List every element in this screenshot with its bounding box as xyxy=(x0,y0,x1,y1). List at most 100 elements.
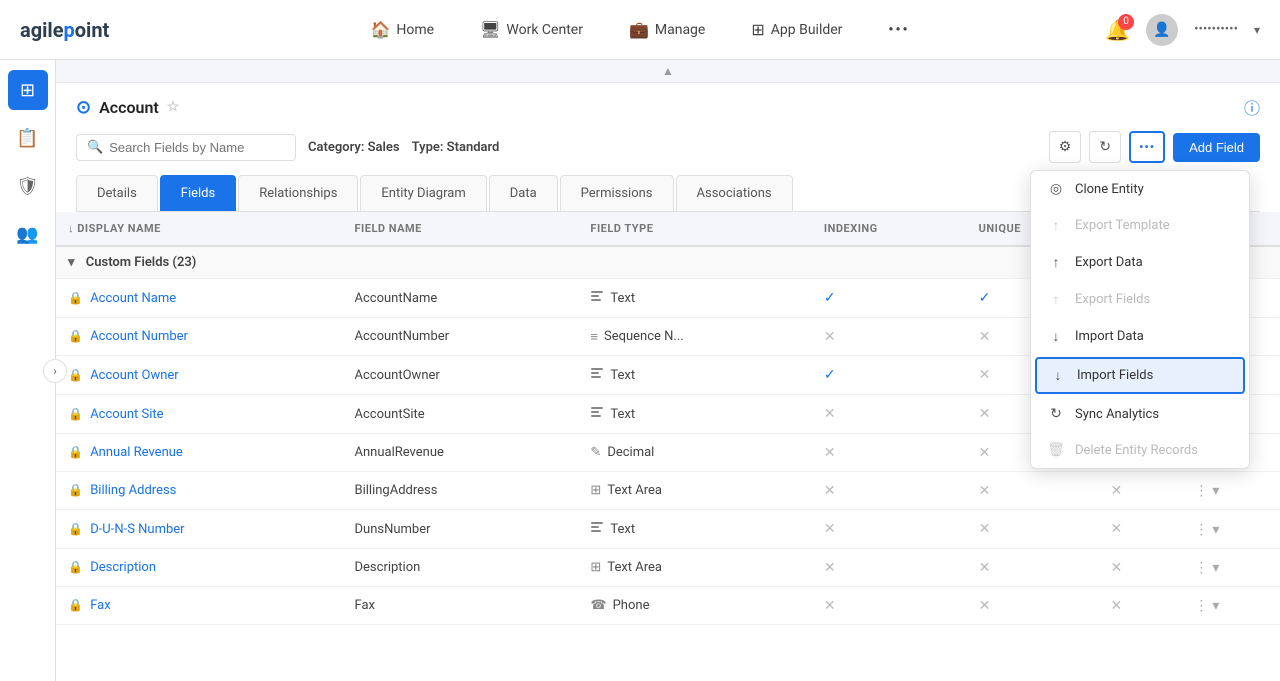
row-expand-button[interactable]: ▾ xyxy=(1212,559,1219,576)
nav-home-label: Home xyxy=(396,22,434,38)
collapse-bar[interactable]: ▲ xyxy=(56,60,1280,83)
field-display-name[interactable]: Billing Address xyxy=(90,483,176,498)
field-name-cell: BillingAddress xyxy=(343,472,579,510)
lock-icon: 🔒 xyxy=(68,522,83,536)
search-input[interactable] xyxy=(109,140,285,155)
field-name-cell: AccountOwner xyxy=(343,356,579,395)
favorite-star-icon[interactable]: ☆ xyxy=(167,99,180,115)
settings-button[interactable]: ⚙ xyxy=(1049,131,1081,163)
indexing-cell: ✓ xyxy=(812,356,967,395)
nav-more-dots: ••• xyxy=(888,22,909,38)
filter-row: 🔍 Category: Sales Type: Standard ⚙ ↻ xyxy=(76,131,1260,163)
dropdown-sync-analytics[interactable]: ↻ Sync Analytics xyxy=(1031,396,1249,432)
tab-relationships[interactable]: Relationships xyxy=(238,175,358,211)
dropdown-import-fields[interactable]: ↓ Import Fields xyxy=(1035,357,1245,394)
row-more-button[interactable]: ⋮ xyxy=(1194,597,1208,614)
sidebar-item-doc[interactable]: 📋 xyxy=(8,118,48,158)
field-display-name[interactable]: Annual Revenue xyxy=(90,445,183,460)
delete-icon: 🗑 xyxy=(1047,442,1065,458)
x-icon: ✕ xyxy=(979,560,991,576)
nav-manage[interactable]: 💼 Manage xyxy=(621,16,713,43)
field-type: Text xyxy=(610,368,635,383)
tab-data[interactable]: Data xyxy=(489,175,558,211)
tab-entity-diagram[interactable]: Entity Diagram xyxy=(360,175,486,211)
field-display-name[interactable]: Account Number xyxy=(90,329,188,344)
group-collapse-icon[interactable]: ▾ xyxy=(68,255,75,270)
field-display-name[interactable]: Account Name xyxy=(90,291,176,306)
field-display-name[interactable]: Account Site xyxy=(90,407,163,422)
indexing-cell: ✕ xyxy=(812,472,967,510)
search-box[interactable]: 🔍 xyxy=(76,134,296,161)
row-actions-cell: ⋮ ▾ xyxy=(1182,510,1280,549)
home-icon: 🏠 xyxy=(371,20,391,39)
type-icon xyxy=(590,366,604,384)
field-display-name[interactable]: D-U-N-S Number xyxy=(90,522,184,537)
add-field-button[interactable]: Add Field xyxy=(1173,133,1260,162)
dropdown-export-template: ↑ Export Template xyxy=(1031,207,1249,244)
row-more-button[interactable]: ⋮ xyxy=(1194,521,1208,538)
sort-icon[interactable]: ↓ xyxy=(68,222,74,235)
field-type-cell: ✎ Decimal xyxy=(578,434,811,472)
field-display-name[interactable]: Account Owner xyxy=(90,368,179,383)
dropdown-export-fields: ↑ Export Fields xyxy=(1031,281,1249,318)
nav-home[interactable]: 🏠 Home xyxy=(363,16,443,43)
user-name[interactable]: •••••••••• xyxy=(1194,22,1238,37)
indexing-cell: ✕ xyxy=(812,510,967,549)
table-row: 🔒 Description Description ⊞ Text Area ✕ … xyxy=(56,549,1280,587)
x-icon: ✕ xyxy=(979,329,991,345)
tab-permissions[interactable]: Permissions xyxy=(560,175,674,211)
dropdown-sync-label: Sync Analytics xyxy=(1075,407,1159,422)
tab-fields[interactable]: Fields xyxy=(160,175,236,211)
nav-more[interactable]: ••• xyxy=(880,18,917,42)
nav-workcenter[interactable]: 🖥 Work Center xyxy=(472,16,591,43)
check-icon: ✓ xyxy=(824,367,836,383)
user-chevron-icon[interactable]: ▾ xyxy=(1254,23,1260,37)
field-type-cell: Text xyxy=(578,510,811,549)
info-icon[interactable]: ⓘ xyxy=(1244,95,1260,119)
lock-icon: 🔒 xyxy=(68,368,83,382)
category-filter: Category: Sales xyxy=(308,140,400,155)
breadcrumb-row: ⊙ Account ☆ ⓘ xyxy=(76,95,1260,119)
field-display-name[interactable]: Description xyxy=(90,560,156,575)
dropdown-export-data-label: Export Data xyxy=(1075,255,1143,270)
sidebar-item-grid[interactable]: ⊞ xyxy=(8,70,48,110)
user-avatar[interactable]: 👤 xyxy=(1146,14,1178,46)
bag-icon: 💼 xyxy=(629,20,649,39)
x-icon: ✕ xyxy=(824,483,836,499)
logo: agilepoint xyxy=(20,18,109,42)
row-more-button[interactable]: ⋮ xyxy=(1194,559,1208,576)
sidebar-expand-button[interactable]: › xyxy=(43,359,67,383)
field-type: Phone xyxy=(613,598,650,613)
unique-cell: ✕ xyxy=(967,510,1099,549)
row-more-button[interactable]: ⋮ xyxy=(1194,482,1208,499)
field-name-cell: AnnualRevenue xyxy=(343,434,579,472)
tab-associations[interactable]: Associations xyxy=(676,175,793,211)
field-name-cell: Fax xyxy=(343,587,579,625)
export-template-icon: ↑ xyxy=(1047,217,1065,234)
back-button[interactable]: ⊙ xyxy=(76,97,91,118)
row-expand-button[interactable]: ▾ xyxy=(1212,597,1219,614)
breadcrumb: ⊙ Account ☆ xyxy=(76,97,179,118)
nav-appbuilder-label: App Builder xyxy=(771,22,843,38)
field-display-name[interactable]: Fax xyxy=(90,598,111,613)
tab-details[interactable]: Details xyxy=(76,175,158,211)
dropdown-import-data[interactable]: ↓ Import Data xyxy=(1031,318,1249,355)
field-type: Text Area xyxy=(607,483,662,498)
sidebar-item-users[interactable]: 👥 xyxy=(8,214,48,254)
indexing-cell: ✕ xyxy=(812,587,967,625)
dropdown-clone-entity[interactable]: ◎ Clone Entity xyxy=(1031,171,1249,207)
dropdown-export-data[interactable]: ↑ Export Data xyxy=(1031,244,1249,281)
x-icon: ✕ xyxy=(979,406,991,422)
sidebar-item-shield[interactable]: 🛡 xyxy=(8,166,48,206)
unique-cell: ✕ xyxy=(967,549,1099,587)
nav-appbuilder[interactable]: ⊞ App Builder xyxy=(743,16,850,43)
x-icon: ✕ xyxy=(979,445,991,461)
more-options-button[interactable]: ••• xyxy=(1129,131,1165,163)
row-expand-button[interactable]: ▾ xyxy=(1212,482,1219,499)
row-actions-cell: ⋮ ▾ xyxy=(1182,549,1280,587)
notification-button[interactable]: 🔔 0 xyxy=(1105,18,1130,42)
indexing-cell: ✕ xyxy=(812,434,967,472)
indexing-cell: ✓ xyxy=(812,279,967,318)
row-expand-button[interactable]: ▾ xyxy=(1212,521,1219,538)
refresh-button[interactable]: ↻ xyxy=(1089,131,1121,163)
